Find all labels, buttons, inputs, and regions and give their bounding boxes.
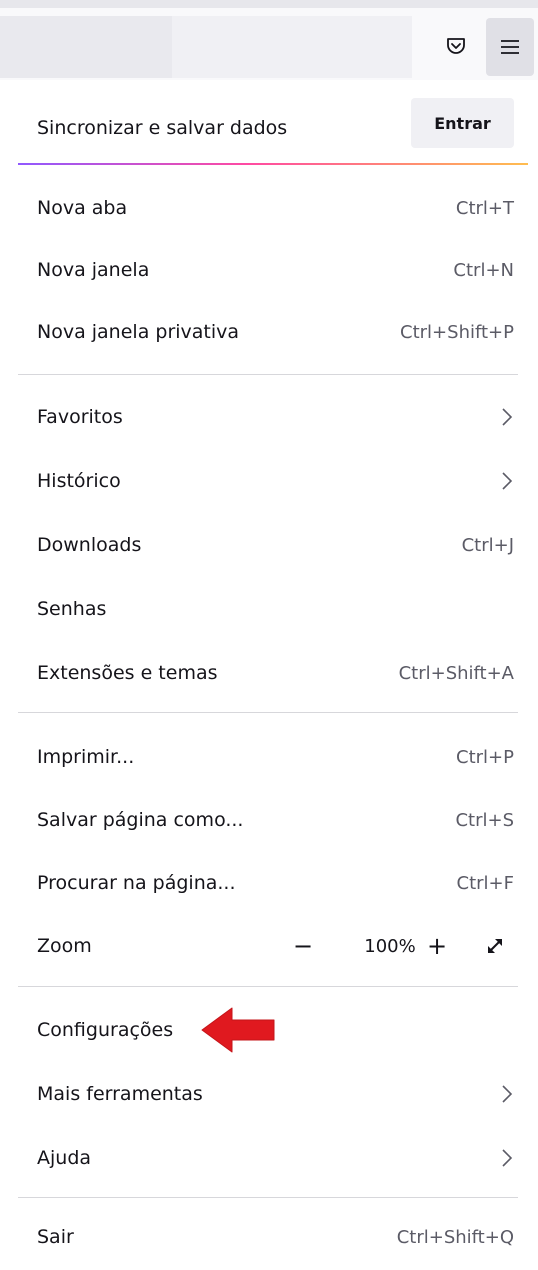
menu-item-addons[interactable]: Extensões e temas Ctrl+Shift+A — [0, 642, 538, 704]
menu-item-label: Sair — [37, 1226, 74, 1248]
menu-item-history[interactable]: Histórico — [0, 450, 538, 512]
hamburger-menu-icon — [501, 40, 519, 54]
menu-item-shortcut: Ctrl+Shift+Q — [396, 1226, 514, 1248]
pocket-icon — [447, 38, 465, 54]
menu-item-label: Senhas — [37, 598, 107, 620]
menu-item-label: Procurar na página... — [37, 872, 236, 894]
sync-separator — [18, 163, 528, 165]
menu-item-new-window[interactable]: Nova janela Ctrl+N — [0, 239, 538, 301]
menu-item-label: Nova aba — [37, 197, 128, 219]
menu-item-label: Extensões e temas — [37, 662, 218, 684]
chevron-right-icon — [502, 408, 513, 426]
menu-item-label: Ajuda — [37, 1147, 92, 1169]
menu-item-label: Imprimir... — [37, 746, 135, 768]
menu-separator — [18, 374, 518, 375]
pocket-button[interactable] — [436, 26, 476, 66]
menu-item-help[interactable]: Ajuda — [0, 1127, 538, 1189]
fullscreen-icon — [488, 939, 502, 953]
menu-item-shortcut: Ctrl+J — [461, 534, 514, 556]
chevron-right-icon — [502, 472, 513, 490]
open-menu-button[interactable] — [486, 18, 534, 76]
url-bar-segment[interactable] — [0, 16, 172, 78]
menu-item-label: Downloads — [37, 534, 142, 556]
menu-item-shortcut: Ctrl+N — [453, 259, 514, 281]
zoom-out-button[interactable]: − — [286, 929, 320, 963]
sync-label: Sincronizar e salvar dados — [37, 117, 288, 139]
menu-item-find-in-page[interactable]: Procurar na página... Ctrl+F — [0, 852, 538, 914]
browser-toolbar — [0, 0, 538, 80]
menu-item-label: Configurações — [37, 1019, 174, 1041]
tab-strip-edge — [0, 0, 538, 8]
menu-item-print[interactable]: Imprimir... Ctrl+P — [0, 726, 538, 788]
menu-item-more-tools[interactable]: Mais ferramentas — [0, 1063, 538, 1125]
menu-item-label: Salvar página como... — [37, 809, 244, 831]
menu-item-zoom: Zoom — [0, 915, 538, 977]
menu-item-shortcut: Ctrl+P — [456, 746, 514, 768]
chevron-right-icon — [502, 1085, 513, 1103]
menu-item-label: Favoritos — [37, 406, 123, 428]
menu-item-downloads[interactable]: Downloads Ctrl+J — [0, 514, 538, 576]
menu-item-label: Histórico — [37, 470, 121, 492]
red-arrow-annotation — [201, 1007, 275, 1053]
menu-item-label: Mais ferramentas — [37, 1083, 203, 1105]
menu-item-label: Nova janela — [37, 259, 150, 281]
zoom-in-button[interactable]: + — [420, 929, 454, 963]
menu-item-label: Zoom — [37, 935, 92, 957]
menu-item-bookmarks[interactable]: Favoritos — [0, 386, 538, 448]
signin-button[interactable]: Entrar — [411, 98, 514, 148]
menu-item-save-page[interactable]: Salvar página como... Ctrl+S — [0, 789, 538, 851]
menu-item-label: Nova janela privativa — [37, 321, 240, 343]
menu-item-shortcut: Ctrl+F — [456, 872, 514, 894]
url-bar[interactable] — [0, 16, 412, 78]
menu-item-passwords[interactable]: Senhas — [0, 578, 538, 640]
menu-item-shortcut: Ctrl+Shift+A — [398, 662, 514, 684]
menu-separator — [18, 712, 518, 713]
menu-item-shortcut: Ctrl+T — [455, 197, 514, 219]
menu-item-quit[interactable]: Sair Ctrl+Shift+Q — [0, 1206, 538, 1268]
menu-item-new-tab[interactable]: Nova aba Ctrl+T — [0, 177, 538, 239]
fullscreen-button[interactable] — [478, 929, 512, 963]
menu-separator — [18, 1197, 518, 1198]
menu-separator — [18, 986, 518, 987]
chevron-right-icon — [502, 1149, 513, 1167]
menu-item-shortcut: Ctrl+Shift+P — [400, 321, 514, 343]
menu-item-shortcut: Ctrl+S — [455, 809, 514, 831]
zoom-reset-button[interactable]: 100% — [360, 931, 420, 961]
menu-item-new-private-window[interactable]: Nova janela privativa Ctrl+Shift+P — [0, 301, 538, 363]
